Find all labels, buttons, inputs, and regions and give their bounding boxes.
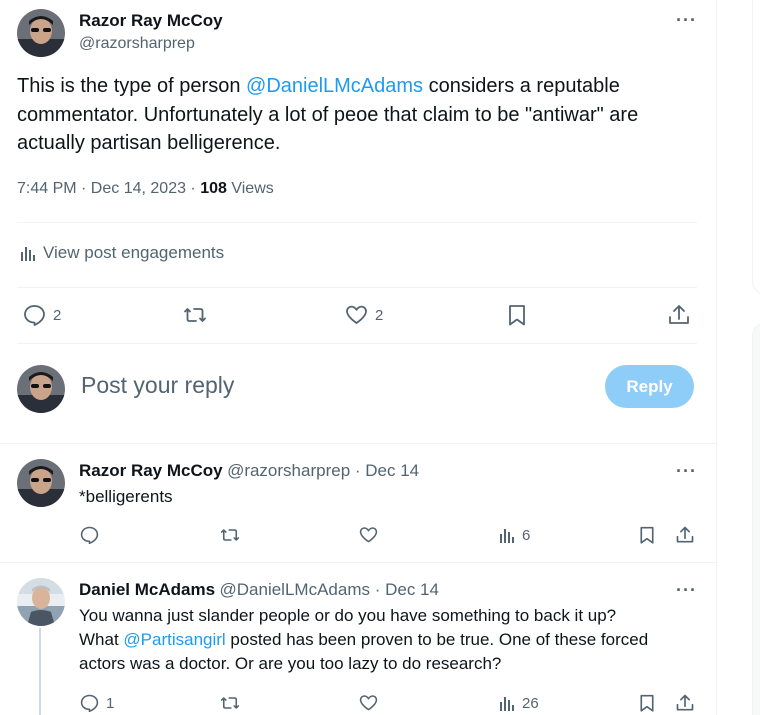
reply-text-line: What @Partisangirl posted has been prove…: [79, 630, 649, 649]
like-button[interactable]: 2: [344, 303, 383, 327]
sidebar-card-edge: [752, 0, 760, 295]
avatar[interactable]: [17, 578, 65, 626]
author-name[interactable]: Razor Ray McCoy: [79, 461, 223, 480]
reply-header: Daniel McAdams @DanielLMcAdams · Dec 14: [79, 580, 439, 600]
analytics-icon: [500, 697, 514, 711]
repost-icon: [220, 697, 240, 709]
repost-button[interactable]: [219, 525, 241, 545]
view-engagements-link[interactable]: View post engagements: [19, 243, 224, 263]
author-name[interactable]: Daniel McAdams: [79, 580, 215, 599]
reply-count: 1: [106, 694, 115, 712]
author-meta[interactable]: @DanielLMcAdams · Dec 14: [220, 580, 439, 599]
more-options-icon[interactable]: ···: [676, 580, 697, 601]
views-count: 108: [200, 180, 227, 197]
like-button[interactable]: [358, 525, 379, 545]
bookmark-button[interactable]: [638, 693, 656, 713]
more-options-icon[interactable]: ···: [676, 10, 697, 31]
repost-icon: [184, 308, 206, 322]
views-button[interactable]: 26: [498, 693, 539, 713]
reply-count: 2: [53, 306, 62, 324]
views-count: 26: [522, 694, 539, 712]
share-icon: [669, 305, 689, 324]
bookmark-button[interactable]: [506, 303, 528, 327]
reply-text-line: You wanna just slander people or do you …: [79, 606, 617, 625]
avatar[interactable]: [17, 365, 65, 413]
reply-submit-button[interactable]: Reply: [605, 365, 694, 408]
author-meta[interactable]: @razorsharprep · Dec 14: [227, 461, 419, 480]
sidebar-card-edge: [752, 322, 760, 715]
reply-icon: [24, 305, 45, 326]
engagements-label: View post engagements: [43, 243, 225, 262]
like-count: 2: [375, 306, 384, 324]
analytics-icon: [21, 247, 35, 261]
like-button[interactable]: [358, 693, 379, 713]
mention-link[interactable]: @DanielLMcAdams: [246, 75, 423, 97]
mention-link[interactable]: @Partisangirl: [123, 630, 225, 649]
reply-button[interactable]: 1: [79, 693, 114, 713]
author-handle[interactable]: @razorsharprep: [79, 35, 195, 53]
reply-icon: [80, 526, 99, 545]
share-button[interactable]: [675, 693, 695, 713]
divider: [17, 287, 697, 288]
repost-icon: [220, 529, 240, 541]
author-name[interactable]: Razor Ray McCoy: [79, 11, 223, 31]
more-options-icon[interactable]: ···: [676, 461, 697, 482]
bookmark-button[interactable]: [638, 525, 656, 545]
repost-button[interactable]: [182, 303, 208, 327]
reply-text-line: actors was a doctor. Or are you too lazy…: [79, 654, 502, 673]
reply-header: Razor Ray McCoy @razorsharprep · Dec 14: [79, 461, 419, 481]
reply-input[interactable]: Post your reply: [81, 372, 234, 399]
views-count: 6: [522, 526, 531, 544]
reply-icon: [80, 694, 99, 713]
bookmark-icon: [640, 526, 654, 544]
repost-button[interactable]: [219, 693, 241, 713]
views-button[interactable]: 6: [498, 525, 530, 545]
share-icon: [676, 526, 694, 543]
heart-icon: [346, 305, 367, 324]
reply-text: *belligerents: [79, 487, 173, 506]
timestamp-link[interactable]: 7:44 PM · Dec 14, 2023 ·: [17, 180, 200, 197]
share-button[interactable]: [667, 303, 691, 327]
views-label: Views: [226, 180, 274, 197]
bookmark-icon: [640, 694, 654, 712]
reply-button[interactable]: 2: [22, 303, 61, 327]
divider: [17, 343, 697, 344]
bookmark-icon: [509, 305, 525, 326]
post-text: This is the type of person @DanielLMcAda…: [17, 75, 639, 154]
avatar[interactable]: [17, 9, 65, 57]
thread-connector: [39, 628, 41, 715]
heart-icon: [359, 527, 378, 543]
share-icon: [676, 694, 694, 711]
analytics-icon: [500, 529, 514, 543]
share-button[interactable]: [675, 525, 695, 545]
divider: [0, 562, 717, 563]
heart-icon: [359, 695, 378, 711]
post-timestamp: 7:44 PM · Dec 14, 2023 · 108 Views: [17, 180, 274, 198]
reply-button[interactable]: [79, 525, 100, 545]
reply-text: You wanna just slander people or do you …: [79, 604, 709, 676]
divider: [0, 443, 717, 444]
divider: [17, 222, 697, 223]
avatar[interactable]: [17, 459, 65, 507]
